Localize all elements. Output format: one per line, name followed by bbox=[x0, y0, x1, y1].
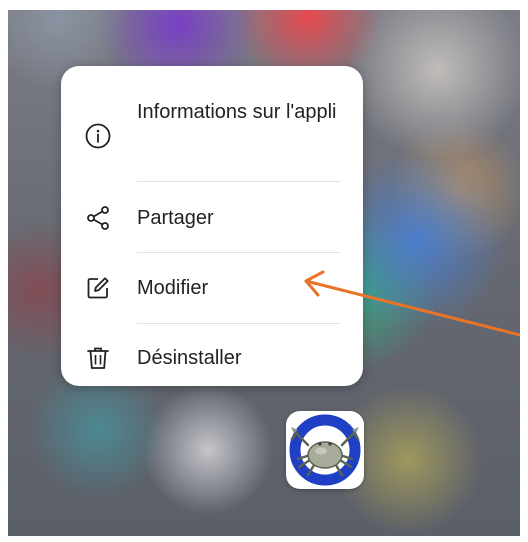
home-screen: Informations sur l'appli Partager Modifi… bbox=[8, 10, 520, 536]
pointer-arrow bbox=[304, 270, 520, 337]
